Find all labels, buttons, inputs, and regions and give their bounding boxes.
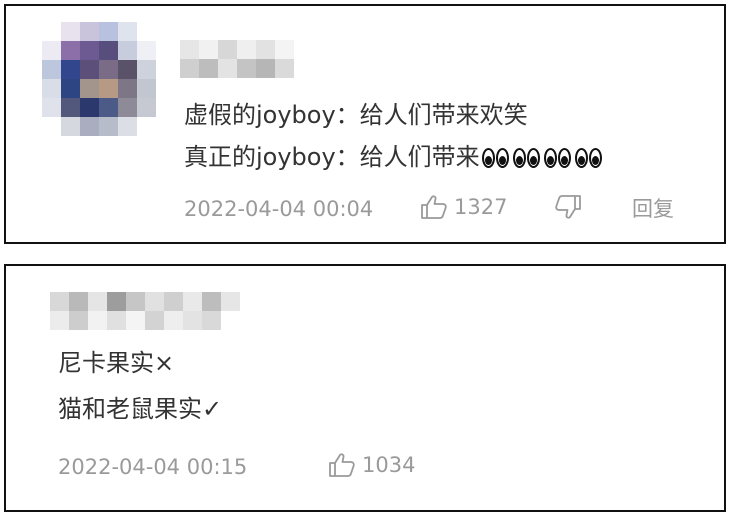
eye-icon [588,148,602,168]
comment-text-line: 虚假的joyboy：给人们带来欢笑 [184,101,528,129]
mosaic-pixel [42,79,61,98]
comment-timestamp: 2022-04-04 00:04 [184,197,374,221]
mosaic-pixel [237,59,256,78]
eyes-emoji [574,148,602,168]
thumbs-up-icon [420,194,448,220]
like-button[interactable]: 1034 [328,452,415,478]
username[interactable] [50,292,262,338]
mosaic-pixel [80,79,99,98]
mosaic-pixel [61,98,80,117]
mosaic-pixel [88,292,107,311]
mosaic-pixel [145,292,164,311]
eyes-emoji [512,148,540,168]
mosaic-pixel [99,41,118,60]
mosaic-pixel [183,311,202,330]
mosaic-pixel [118,79,137,98]
eye-icon [526,148,540,168]
mosaic-pixel [107,311,126,330]
mosaic-pixel [42,98,61,117]
mosaic-pixel [145,311,164,330]
mosaic-pixel [80,60,99,79]
mosaic-pixel [202,292,221,311]
mosaic-pixel [99,22,118,41]
mosaic-pixel [218,59,237,78]
avatar[interactable] [42,22,156,136]
mosaic-pixel [88,311,107,330]
like-button[interactable]: 1327 [420,194,507,220]
mosaic-pixel [137,98,156,117]
eye-icon [543,148,557,168]
mosaic-pixel [80,98,99,117]
mosaic-pixel [256,59,275,78]
mosaic-pixel [50,292,69,311]
mosaic-pixel [256,40,275,59]
mosaic-pixel [199,40,218,59]
mosaic-pixel [69,311,88,330]
mosaic-pixel [99,79,118,98]
mosaic-pixel [80,22,99,41]
like-count: 1034 [362,453,416,477]
mosaic-pixel [180,40,199,59]
mosaic-pixel [118,117,137,136]
comment-card: 虚假的joyboy：给人们带来欢笑 真正的joyboy：给人们带来 2022-0… [4,4,726,244]
mosaic-pixel [80,117,99,136]
like-count: 1327 [454,195,508,219]
mosaic-pixel [118,41,137,60]
thumbs-down-icon [554,194,582,220]
mosaic-pixel [164,292,183,311]
comment-text-line: 尼卡果实× [58,349,175,377]
mosaic-pixel [202,311,221,330]
mosaic-pixel [237,40,256,59]
mosaic-pixel [137,79,156,98]
comment-text: 真正的joyboy：给人们带来 [184,143,480,171]
comment-timestamp: 2022-04-04 00:15 [58,455,248,479]
mosaic-pixel [61,117,80,136]
mosaic-pixel [183,292,202,311]
mosaic-pixel [50,311,69,330]
mosaic-pixel [118,98,137,117]
mosaic-pixel [42,41,61,60]
mosaic-pixel [107,292,126,311]
mosaic-pixel [99,98,118,117]
mosaic-pixel [118,60,137,79]
comment-text-line: 猫和老鼠果实✓ [58,395,223,423]
mosaic-pixel [99,117,118,136]
eye-icon [495,148,509,168]
mosaic-pixel [42,60,61,79]
eye-icon [481,148,495,168]
eyes-emoji [481,148,509,168]
comment-text-line: 真正的joyboy：给人们带来 [184,142,602,172]
mosaic-pixel [61,79,80,98]
mosaic-pixel [80,41,99,60]
eyes-emoji [543,148,571,168]
eyes-emoji-group [481,148,602,168]
mosaic-pixel [126,292,145,311]
eye-icon [557,148,571,168]
mosaic-pixel [164,311,183,330]
mosaic-pixel [99,60,118,79]
mosaic-pixel [126,311,145,330]
dislike-button[interactable] [554,194,582,220]
mosaic-pixel [118,22,137,41]
mosaic-pixel [218,40,237,59]
mosaic-pixel [199,59,218,78]
mosaic-pixel [61,22,80,41]
mosaic-pixel [137,41,156,60]
mosaic-pixel [221,292,240,311]
mosaic-pixel [61,60,80,79]
eye-icon [512,148,526,168]
mosaic-pixel [275,59,294,78]
mosaic-pixel [61,41,80,60]
username[interactable] [180,40,300,84]
thumbs-up-icon [328,452,356,478]
reply-button[interactable]: 回复 [632,196,674,222]
mosaic-pixel [275,40,294,59]
mosaic-pixel [69,292,88,311]
mosaic-pixel [137,60,156,79]
mosaic-pixel [180,59,199,78]
eye-icon [574,148,588,168]
comment-card: 尼卡果实× 猫和老鼠果实✓ 2022-04-04 00:15 1034 [4,264,726,512]
